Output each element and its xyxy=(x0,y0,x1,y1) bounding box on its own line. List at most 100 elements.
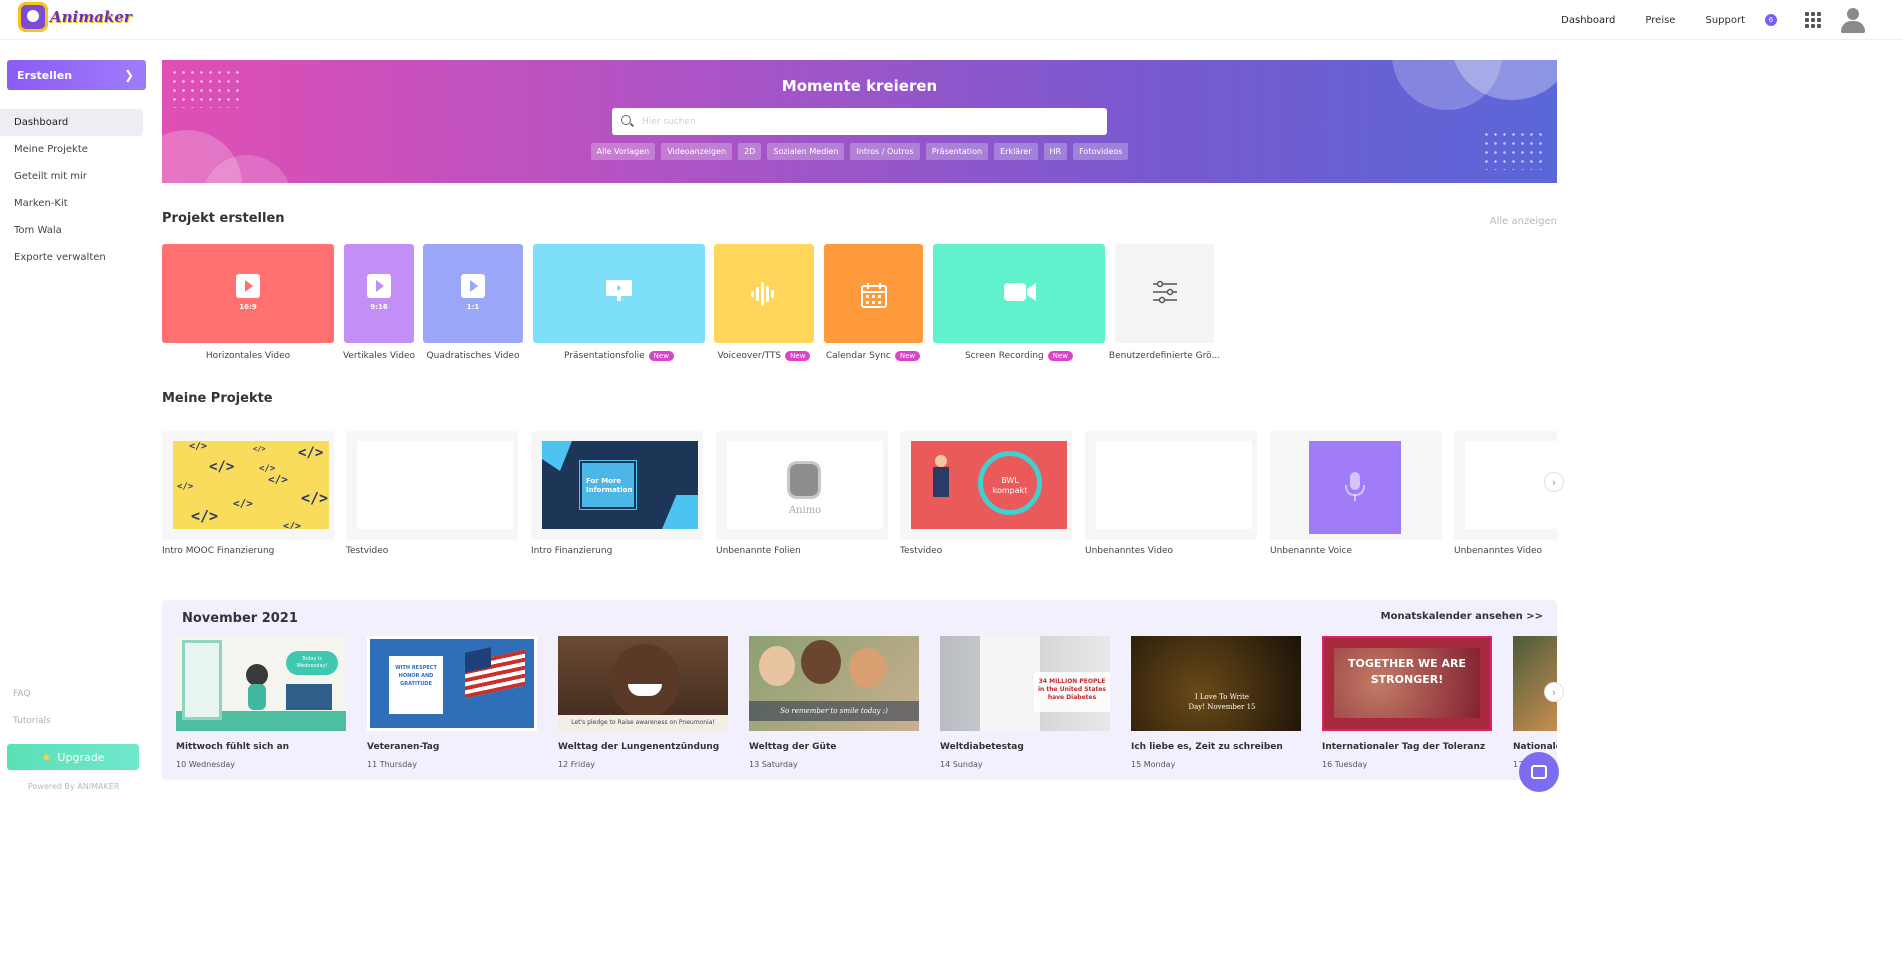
svg-text:</>: </> xyxy=(233,497,253,510)
project-card[interactable] xyxy=(346,431,518,540)
project-label: Intro Finanzierung xyxy=(531,546,613,556)
calendar-item-date: 13 Saturday xyxy=(749,760,798,769)
svg-text:</>: </> xyxy=(177,482,194,492)
sidebar-item-brand-kit[interactable]: Marken-Kit xyxy=(0,190,143,217)
character-hair xyxy=(246,664,268,686)
calendar-card[interactable]: TOGETHER WE ARE STRONGER! xyxy=(1322,636,1492,731)
chip-hr[interactable]: HR xyxy=(1043,143,1068,160)
project-thumbnail xyxy=(357,441,513,529)
powered-by: Powered By ANIMAKER xyxy=(28,782,120,791)
tile-presentation[interactable] xyxy=(533,244,705,343)
calendar-card[interactable]: I Love To Write Day! November 15 xyxy=(1131,636,1301,731)
sidebar-item-dashboard[interactable]: Dashboard xyxy=(0,109,143,136)
tutorials-link[interactable]: Tutorials xyxy=(13,716,51,726)
sidebar-item-workspace[interactable]: Tom Wala xyxy=(0,217,143,244)
new-badge: New xyxy=(894,351,921,361)
calendar-card[interactable]: Let's pledge to Raise awareness on Pneum… xyxy=(558,636,728,731)
tolerance-caption: TOGETHER WE ARE STRONGER! xyxy=(1348,657,1466,686)
character-body xyxy=(933,467,949,497)
project-card[interactable] xyxy=(1454,431,1557,540)
project-card[interactable]: </> </> </> </> </> </> </> </> </> </> … xyxy=(162,431,334,540)
svg-text:</>: </> xyxy=(253,445,266,453)
calendar-item-name: Weltdiabetestag xyxy=(940,742,1024,752)
svg-text:</>: </> xyxy=(298,445,323,461)
chip-2d[interactable]: 2D xyxy=(738,143,762,160)
project-label: Unbenannte Voice xyxy=(1270,546,1353,556)
project-thumbnail xyxy=(1309,441,1401,534)
tile-screen-recording[interactable] xyxy=(933,244,1105,343)
tile-custom-size[interactable] xyxy=(1115,244,1214,343)
chip-video-ads[interactable]: Videoanzeigen xyxy=(661,143,733,160)
tile-vertical-video[interactable]: 9:16 xyxy=(344,244,414,343)
sidebar-item-my-projects[interactable]: Meine Projekte xyxy=(0,136,143,163)
chevron-right-icon: › xyxy=(1551,685,1557,699)
nav-support[interactable]: Support xyxy=(1705,15,1745,26)
sidebar: Erstellen ❯ Dashboard Meine Projekte Get… xyxy=(0,40,152,959)
sliders-icon xyxy=(1153,280,1177,304)
month-calendar-link[interactable]: Monatskalender ansehen >> xyxy=(1381,611,1543,622)
chip-all-templates[interactable]: Alle Vorlagen xyxy=(590,143,656,160)
project-card[interactable]: BWL kompakt xyxy=(900,431,1072,540)
tile-square-video[interactable]: 1:1 xyxy=(423,244,523,343)
chat-support-button[interactable] xyxy=(1519,752,1559,792)
kindness-caption: So remember to smile today :) xyxy=(749,701,919,721)
project-card[interactable] xyxy=(1085,431,1257,540)
apps-grid-icon[interactable] xyxy=(1805,12,1821,28)
calendar-panel: November 2021 Monatskalender ansehen >> … xyxy=(162,600,1557,780)
chip-photo-videos[interactable]: Fotovideos xyxy=(1073,143,1129,160)
code-pattern-graphic: </> </> </> </> </> </> </> </> </> </> … xyxy=(177,441,328,529)
ratio-label: 1:1 xyxy=(466,303,480,311)
project-card[interactable] xyxy=(1270,431,1442,540)
user-avatar[interactable] xyxy=(1839,6,1867,34)
category-chips: Alle Vorlagen Videoanzeigen 2D Sozialen … xyxy=(162,143,1557,160)
calendar-item-name: Welttag der Güte xyxy=(749,742,837,752)
tile-horizontal-video[interactable]: 16:9 xyxy=(162,244,334,343)
tile-label-text: Screen Recording xyxy=(964,351,1044,361)
project-thumbnail: For More Information xyxy=(542,441,698,529)
play-icon xyxy=(461,274,485,298)
tile-label-custom: Benutzerdefinierte Grö... xyxy=(1108,351,1221,361)
tile-calendar-sync[interactable] xyxy=(824,244,923,343)
calendar-card[interactable]: WITH RESPECT HONOR AND GRATITUDE xyxy=(367,636,537,731)
calendar-card[interactable]: 34 MILLION PEOPLE in the United States h… xyxy=(940,636,1110,731)
tile-label-text: Benutzerdefinierte Grö... xyxy=(1108,351,1221,361)
project-card[interactable]: For More Information xyxy=(531,431,703,540)
notification-badge[interactable]: 6 xyxy=(1765,14,1777,26)
create-button[interactable]: Erstellen ❯ xyxy=(7,60,146,90)
chip-explainer[interactable]: Erklärer xyxy=(994,143,1038,160)
faq-link[interactable]: FAQ xyxy=(13,689,30,699)
calendar-card[interactable]: Today is Wednesday! xyxy=(176,636,346,731)
face xyxy=(849,648,887,688)
upgrade-button[interactable]: ★ Upgrade xyxy=(7,744,139,770)
tile-label-calendar: Calendar Sync New xyxy=(813,351,933,361)
bwl-badge: BWL kompakt xyxy=(978,451,1042,515)
new-badge: New xyxy=(648,351,674,361)
diabetes-stat: 34 MILLION PEOPLE in the United States h… xyxy=(1034,672,1110,712)
video-camera-icon xyxy=(1004,283,1036,301)
tile-label-square: Quadratisches Video xyxy=(423,351,523,361)
sidebar-item-shared[interactable]: Geteilt mit mir xyxy=(0,163,143,190)
projects-next-arrow[interactable]: › xyxy=(1544,472,1564,492)
tile-label-horizontal: Horizontales Video xyxy=(162,351,334,361)
see-all-link[interactable]: Alle anzeigen xyxy=(1490,216,1557,227)
window-graphic xyxy=(182,640,222,720)
search-input[interactable] xyxy=(642,116,1082,127)
calendar-next-arrow[interactable]: › xyxy=(1544,682,1564,702)
logo-text: Animaker xyxy=(50,8,132,26)
chip-social-media[interactable]: Sozialen Medien xyxy=(767,143,845,160)
project-card[interactable]: Animo xyxy=(716,431,888,540)
decor-shape xyxy=(542,441,572,471)
calendar-item-date: 12 Friday xyxy=(558,760,595,769)
projects-section-title: Meine Projekte xyxy=(162,391,273,406)
calendar-item-name: Welttag der Lungenentzündung xyxy=(558,742,720,752)
animaker-logo[interactable]: Animaker xyxy=(18,2,132,32)
nav-dashboard[interactable]: Dashboard xyxy=(1561,15,1615,26)
nav-pricing[interactable]: Preise xyxy=(1645,15,1675,26)
calendar-card[interactable]: So remember to smile today :) xyxy=(749,636,919,731)
chip-presentation[interactable]: Präsentation xyxy=(925,143,989,160)
tile-voiceover[interactable] xyxy=(714,244,814,343)
chip-intros-outros[interactable]: Intros / Outros xyxy=(850,143,920,160)
calendar-item-date: 11 Thursday xyxy=(367,760,417,769)
sidebar-item-exports[interactable]: Exporte verwalten xyxy=(0,244,143,271)
project-thumbnail: </> </> </> </> </> </> </> </> </> </> … xyxy=(173,441,329,529)
